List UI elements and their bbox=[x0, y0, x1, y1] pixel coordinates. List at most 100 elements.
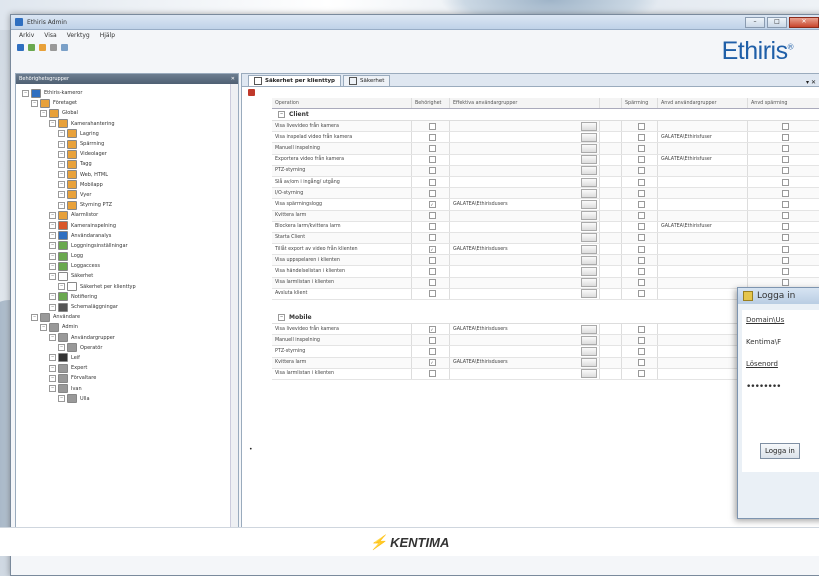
checkbox[interactable] bbox=[428, 370, 436, 378]
expand-icon[interactable]: − bbox=[49, 293, 56, 301]
expand-icon[interactable]: − bbox=[49, 385, 56, 393]
table-row[interactable]: Exportera video från kamera GALATEA\Ethir… bbox=[272, 154, 819, 166]
col-effective-groups[interactable]: Effektiva användargrupper bbox=[450, 98, 600, 108]
checkbox[interactable] bbox=[637, 245, 645, 253]
col-used-groups[interactable]: Anvd användargrupper bbox=[658, 98, 748, 108]
checkbox[interactable]: ✓ bbox=[428, 325, 436, 333]
checkbox[interactable] bbox=[428, 144, 436, 152]
tree-node[interactable]: − Användargrupper bbox=[18, 333, 236, 343]
checkbox[interactable] bbox=[637, 156, 645, 164]
table-row[interactable]: Blockera larm/kvittera larm GALATEA\Ethir… bbox=[272, 221, 819, 233]
checkbox[interactable] bbox=[428, 347, 436, 355]
table-row[interactable]: Visa uppspelaren i klienten bbox=[272, 255, 819, 267]
tree-node[interactable]: − Alarmlistor bbox=[18, 210, 236, 220]
checkbox[interactable] bbox=[781, 245, 789, 253]
choose-groups-button[interactable] bbox=[581, 211, 597, 221]
new-icon[interactable] bbox=[17, 43, 24, 51]
checkbox[interactable] bbox=[428, 279, 436, 287]
checkbox[interactable] bbox=[781, 133, 789, 141]
checkbox[interactable] bbox=[781, 279, 789, 287]
tree-node[interactable]: − Företaget bbox=[18, 98, 236, 108]
tree-node[interactable]: − Säkerhet bbox=[18, 271, 236, 281]
choose-groups-button[interactable] bbox=[581, 143, 597, 153]
menu-hjalp[interactable]: Hjälp bbox=[100, 32, 115, 39]
tab-security[interactable]: Säkerhet bbox=[342, 75, 391, 86]
expand-icon[interactable]: − bbox=[58, 160, 65, 168]
checkbox[interactable] bbox=[428, 336, 436, 344]
menu-visa[interactable]: Visa bbox=[44, 32, 56, 39]
maximize-button[interactable]: □ bbox=[767, 16, 787, 28]
col-permission[interactable]: Behörighet bbox=[412, 98, 450, 108]
checkbox[interactable] bbox=[781, 268, 789, 276]
users-icon[interactable] bbox=[61, 43, 68, 51]
checkbox[interactable] bbox=[781, 178, 789, 186]
expand-icon[interactable]: − bbox=[40, 109, 47, 117]
checkbox[interactable] bbox=[428, 256, 436, 264]
tree-node[interactable]: − Användare bbox=[18, 312, 236, 322]
expand-icon[interactable]: − bbox=[58, 150, 65, 158]
choose-groups-button[interactable] bbox=[581, 244, 597, 254]
table-row[interactable]: Tillåt export av video från klienten ✓ GAL… bbox=[272, 244, 819, 256]
table-row[interactable]: Visa händelselistan i klienten bbox=[272, 266, 819, 278]
col-used-blocking[interactable]: Anvd spärrning bbox=[748, 98, 819, 108]
expand-icon[interactable]: − bbox=[40, 323, 47, 331]
checkbox[interactable] bbox=[781, 212, 789, 220]
checkbox[interactable] bbox=[637, 336, 645, 344]
checkbox[interactable]: ✓ bbox=[428, 359, 436, 367]
checkbox[interactable] bbox=[781, 256, 789, 264]
checkbox[interactable] bbox=[781, 122, 789, 130]
close-button[interactable]: ✕ bbox=[789, 16, 819, 28]
expand-icon[interactable]: − bbox=[58, 130, 65, 138]
checkbox[interactable] bbox=[428, 122, 436, 130]
choose-groups-button[interactable] bbox=[581, 188, 597, 198]
checkbox[interactable] bbox=[428, 189, 436, 197]
folder-icon[interactable] bbox=[39, 43, 46, 51]
checkbox[interactable] bbox=[781, 167, 789, 175]
expand-icon[interactable]: − bbox=[58, 283, 65, 291]
choose-groups-button[interactable] bbox=[581, 369, 597, 379]
checkbox[interactable] bbox=[637, 325, 645, 333]
tree-node[interactable]: − Användaranalys bbox=[18, 231, 236, 241]
expand-icon[interactable]: − bbox=[58, 344, 65, 352]
tree-node[interactable]: − Lagring bbox=[18, 129, 236, 139]
checkbox[interactable] bbox=[428, 290, 436, 298]
checkbox[interactable] bbox=[781, 223, 789, 231]
tree-node[interactable]: − Schemaläggningar bbox=[18, 302, 236, 312]
tree-node[interactable]: − Logg bbox=[18, 251, 236, 261]
expand-icon[interactable]: − bbox=[49, 374, 56, 382]
checkbox[interactable] bbox=[428, 156, 436, 164]
choose-groups-button[interactable] bbox=[581, 278, 597, 288]
checkbox[interactable] bbox=[428, 133, 436, 141]
checkbox[interactable] bbox=[637, 223, 645, 231]
login-button[interactable]: Logga in bbox=[760, 443, 800, 459]
refresh-icon[interactable] bbox=[28, 43, 35, 51]
checkbox[interactable] bbox=[781, 144, 789, 152]
col-operation[interactable]: Operation bbox=[272, 98, 412, 108]
checkbox[interactable] bbox=[637, 370, 645, 378]
expand-icon[interactable]: − bbox=[58, 191, 65, 199]
expand-icon[interactable]: − bbox=[49, 252, 56, 260]
checkbox[interactable] bbox=[637, 290, 645, 298]
checkbox[interactable] bbox=[637, 268, 645, 276]
tree-node[interactable]: − Leif bbox=[18, 353, 236, 363]
expand-icon[interactable]: − bbox=[58, 201, 65, 209]
checkbox[interactable] bbox=[637, 133, 645, 141]
tree-node[interactable]: − Spärrning bbox=[18, 139, 236, 149]
checkbox[interactable] bbox=[781, 156, 789, 164]
tree-node[interactable]: − Ulla bbox=[18, 394, 236, 404]
menu-arkiv[interactable]: Arkiv bbox=[19, 32, 34, 39]
choose-groups-button[interactable] bbox=[581, 255, 597, 265]
checkbox[interactable]: ✓ bbox=[428, 245, 436, 253]
checkbox[interactable] bbox=[428, 268, 436, 276]
tree-node[interactable]: − Säkerhet per klienttyp bbox=[18, 282, 236, 292]
checkbox[interactable] bbox=[637, 167, 645, 175]
pin-close-icon[interactable]: ▾ ✕ bbox=[806, 79, 816, 86]
choose-groups-button[interactable] bbox=[581, 335, 597, 345]
tree-node[interactable]: − Ivan bbox=[18, 383, 236, 394]
expand-icon[interactable]: − bbox=[49, 211, 56, 219]
tree-node[interactable]: − Notifiering bbox=[18, 292, 236, 302]
choose-groups-button[interactable] bbox=[581, 222, 597, 232]
tree-node[interactable]: − Ethiris-kameror bbox=[18, 88, 236, 98]
checkbox[interactable] bbox=[637, 256, 645, 264]
table-row[interactable]: Visa spärrningslogg ✓ GALATEA\Ethirisduser… bbox=[272, 199, 819, 211]
